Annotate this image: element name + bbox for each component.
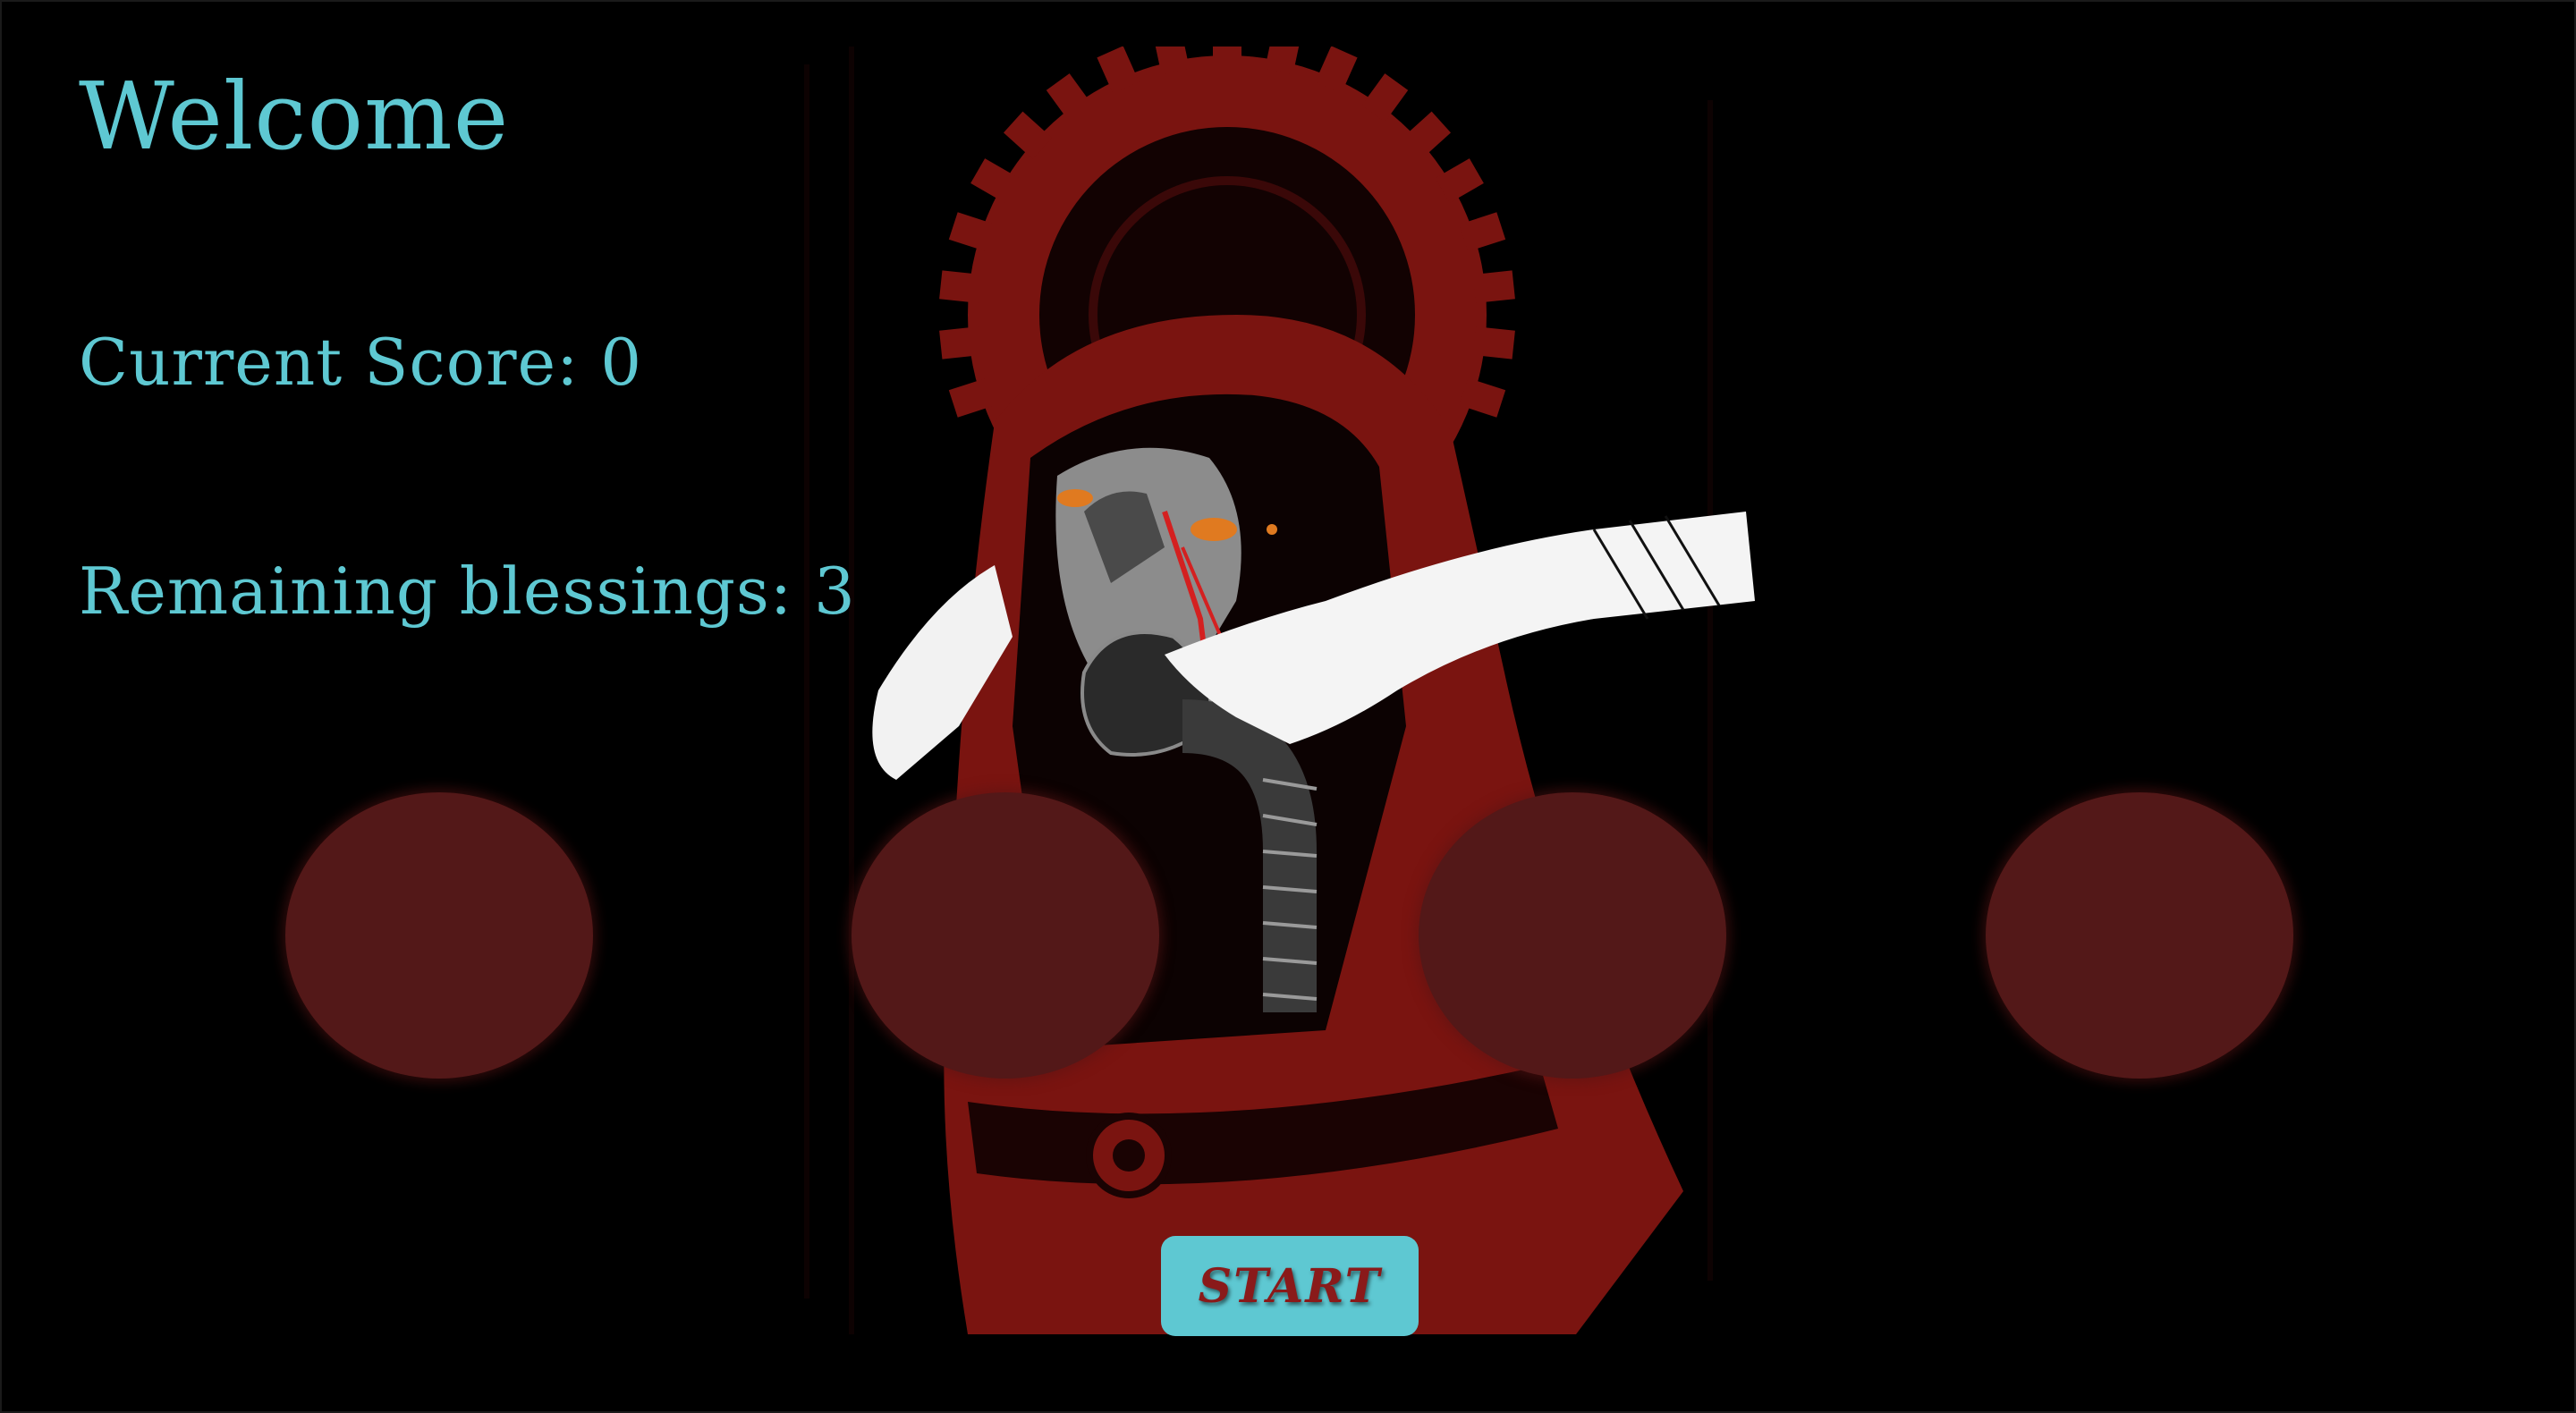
hooded-figure-illustration [804,47,1755,1334]
remaining-blessings-label: Remaining blessings: [79,554,814,629]
current-score: Current Score: 0 [79,324,642,401]
hole-3[interactable] [1419,792,1726,1079]
hole-row [2,792,2574,1079]
start-button[interactable]: START [1161,1236,1419,1336]
current-score-value: 0 [600,325,643,400]
welcome-title: Welcome [79,62,510,171]
current-score-label: Current Score: [79,325,601,400]
remaining-blessings-value: 3 [814,554,856,629]
hole-1[interactable] [285,792,593,1079]
remaining-blessings: Remaining blessings: 3 [79,553,856,630]
hole-2[interactable] [852,792,1159,1079]
game-stage: Welcome Current Score: 0 Remaining bless… [0,0,2576,1413]
hole-4[interactable] [1986,792,2293,1079]
